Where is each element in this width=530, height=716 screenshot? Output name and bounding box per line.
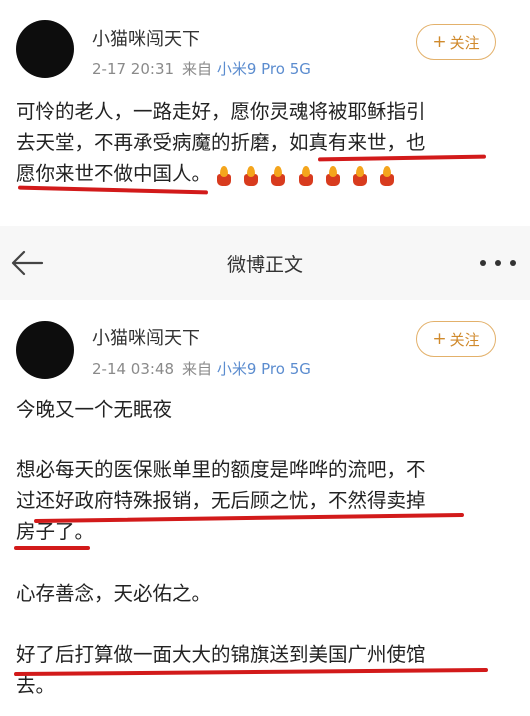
text-line-content: 愿你来世不做中国人。 <box>16 162 212 185</box>
post-meta: 2-14 03:48 来自 小米9 Pro 5G <box>92 358 311 379</box>
username[interactable]: 小猫咪闯天下 <box>92 324 200 350</box>
text-line: 好了后打算做一面大大的锦旗送到美国广州使馆 <box>16 643 426 666</box>
device-link[interactable]: 小米9 Pro 5G <box>217 60 311 78</box>
post-text: 今晚又一个无眠夜 <box>16 394 494 425</box>
source-prefix: 来自 <box>182 60 213 78</box>
source-prefix: 来自 <box>182 360 213 378</box>
post-text: 想必每天的医保账单里的额度是哗哗的流吧，不 过还好政府特殊报销，无后顾之忧，不然… <box>16 454 494 547</box>
post-text: 心存善念，天必佑之。 <box>16 578 494 609</box>
avatar[interactable] <box>16 20 74 78</box>
paragraph: 今晚又一个无眠夜 <box>16 398 173 421</box>
post-time: 2-14 03:48 <box>92 360 175 378</box>
candle-icon <box>215 165 233 187</box>
page-title: 微博正文 <box>226 254 303 276</box>
red-underline <box>14 546 90 550</box>
candle-icon <box>297 165 315 187</box>
plus-icon: + <box>432 329 447 349</box>
candle-icon <box>269 165 287 187</box>
candle-icon <box>242 165 260 187</box>
text-line: 过还好政府特殊报销，无后顾之忧，不然得卖掉 <box>16 489 426 512</box>
nav-bar: 微博正文 <box>0 235 530 291</box>
candle-icon <box>324 165 342 187</box>
username[interactable]: 小猫咪闯天下 <box>92 25 200 51</box>
text-line: 去天堂，不再承受病魔的折磨，如真有来世，也 <box>16 131 426 154</box>
post-meta: 2-17 20:31 来自 小米9 Pro 5G <box>92 58 311 79</box>
follow-button[interactable]: + 关注 <box>416 321 496 357</box>
follow-button[interactable]: + 关注 <box>416 24 496 60</box>
candle-icon <box>351 165 369 187</box>
text-line: 想必每天的医保账单里的额度是哗哗的流吧，不 <box>16 458 426 481</box>
post-card-1: 小猫咪闯天下 2-17 20:31 来自 小米9 Pro 5G + 关注 可怜的老人… <box>0 0 530 226</box>
post-time: 2-17 20:31 <box>92 60 175 78</box>
more-options-icon[interactable] <box>480 255 516 271</box>
plus-icon: + <box>432 32 447 52</box>
candle-icon <box>378 165 396 187</box>
follow-label: 关注 <box>449 33 480 52</box>
post-card-2: 小猫咪闯天下 2-14 03:48 来自 小米9 Pro 5G + 关注 今晚又一个… <box>0 300 530 716</box>
paragraph: 心存善念，天必佑之。 <box>16 582 212 605</box>
device-link[interactable]: 小米9 Pro 5G <box>217 360 311 378</box>
candle-emojis <box>215 159 399 190</box>
text-line: 愿你来世不做中国人。 <box>16 158 494 190</box>
follow-label: 关注 <box>449 330 480 349</box>
text-line: 可怜的老人，一路走好，愿你灵魂将被耶稣指引 <box>16 100 426 123</box>
post-text: 可怜的老人，一路走好，愿你灵魂将被耶稣指引 去天堂，不再承受病魔的折磨，如真有来… <box>16 96 494 190</box>
avatar[interactable] <box>16 321 74 379</box>
